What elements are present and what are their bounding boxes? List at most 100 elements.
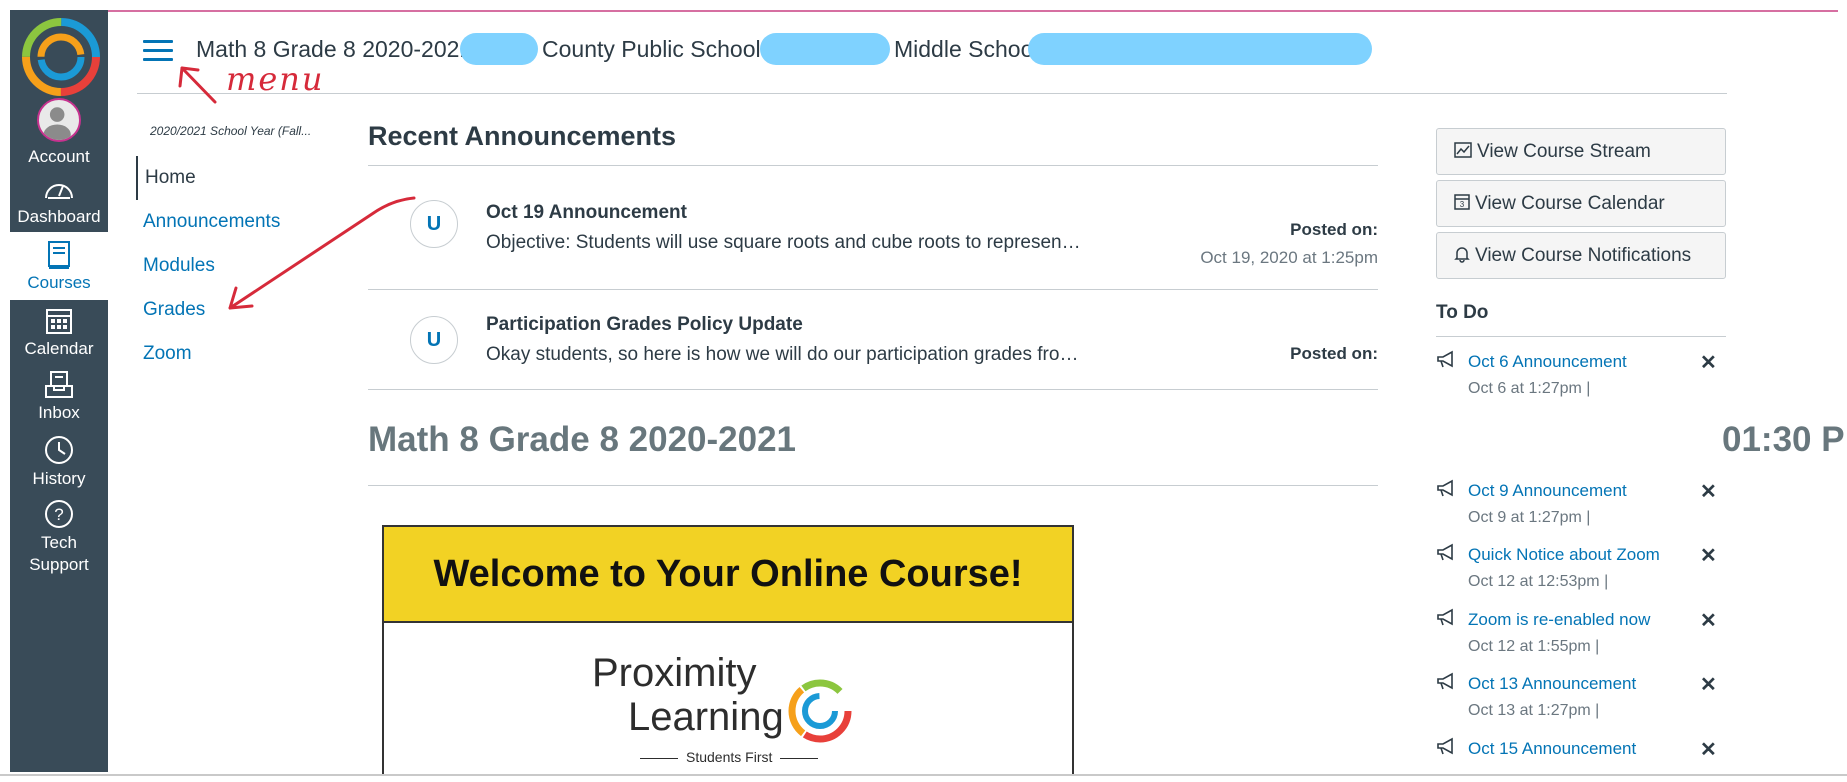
announcement-preview: Objective: Students will use square root… <box>486 232 1081 253</box>
svg-text:3: 3 <box>1460 200 1465 209</box>
view-course-calendar-button[interactable]: 3 View Course Calendar <box>1436 180 1726 227</box>
logo-tagline: Students First <box>632 749 826 765</box>
megaphone-icon <box>1437 608 1453 626</box>
divider <box>368 389 1378 390</box>
welcome-banner-heading: Welcome to Your Online Course! <box>384 527 1072 623</box>
annotation-menu-label: menu <box>226 60 325 98</box>
announcement-author-avatar: U <box>410 200 458 248</box>
calendar-icon: 3 <box>1454 194 1470 211</box>
todo-link[interactable]: Quick Notice about Zoom <box>1468 545 1660 565</box>
button-label: View Course Stream <box>1477 141 1651 162</box>
announcement-row[interactable]: U Oct 19 Announcement Objective: Student… <box>368 180 1378 280</box>
divider <box>368 165 1378 166</box>
courses-icon <box>48 241 70 269</box>
posted-on-label: Posted on: <box>1290 220 1378 239</box>
view-course-notifications-button[interactable]: View Course Notifications <box>1436 232 1726 279</box>
hamburger-menu-icon[interactable] <box>143 40 173 62</box>
announcement-row[interactable]: U Participation Grades Policy Update Oka… <box>368 300 1378 400</box>
inbox-icon <box>45 371 73 398</box>
todo-heading: To Do <box>1436 302 1489 323</box>
term-label: 2020/2021 School Year (Fall... <box>150 124 312 138</box>
megaphone-icon <box>1437 672 1453 690</box>
redaction <box>1028 33 1372 65</box>
breadcrumb-course[interactable]: Math 8 Grade 8 2020-2021 <box>196 36 472 63</box>
breadcrumb-county: County Public Schools- <box>542 36 780 62</box>
global-nav: Account Dashboard Courses Calendar Inbox… <box>10 10 108 772</box>
global-nav-account[interactable]: Account <box>10 98 108 168</box>
dismiss-icon[interactable]: ✕ <box>1700 350 1717 375</box>
global-nav-history[interactable]: History <box>10 434 108 490</box>
global-nav-calendar[interactable]: Calendar <box>10 306 108 360</box>
megaphone-icon <box>1437 479 1453 497</box>
todo-link[interactable]: Oct 9 Announcement <box>1468 481 1627 501</box>
todo-divider <box>1436 336 1726 337</box>
global-nav-label: Tech <box>41 533 77 552</box>
breadcrumb-school: Middle School <box>894 36 1039 62</box>
stream-icon <box>1454 142 1472 159</box>
view-course-stream-button[interactable]: View Course Stream <box>1436 128 1726 175</box>
course-nav-modules[interactable]: Modules <box>136 244 336 288</box>
course-title-heading: Math 8 Grade 8 2020-2021 <box>368 420 797 459</box>
todo-item: Oct 13 Announcement Oct 13 at 1:27pm | ✕ <box>1436 672 1726 736</box>
dashboard-icon <box>45 184 73 199</box>
dismiss-icon[interactable]: ✕ <box>1700 672 1717 697</box>
svg-text:?: ? <box>54 505 63 524</box>
annotation-arrow-up-icon <box>178 66 217 104</box>
recent-announcements-heading: Recent Announcements <box>368 121 677 151</box>
global-nav-tech-support[interactable]: ? Tech Support <box>10 498 108 576</box>
global-nav-label: Account <box>28 147 90 166</box>
divider <box>368 485 1378 486</box>
megaphone-icon <box>1437 737 1453 755</box>
global-nav-label: Courses <box>27 273 91 292</box>
megaphone-icon <box>1437 350 1453 368</box>
announcement-title[interactable]: Oct 19 Announcement <box>486 202 687 224</box>
dismiss-icon[interactable]: ✕ <box>1700 737 1717 762</box>
course-nav-announcements[interactable]: Announcements <box>136 200 336 244</box>
todo-item: Quick Notice about Zoom Oct 12 at 12:53p… <box>1436 543 1726 607</box>
dismiss-icon[interactable]: ✕ <box>1700 608 1717 633</box>
todo-item: Zoom is re-enabled now Oct 12 at 1:55pm … <box>1436 608 1726 672</box>
todo-link[interactable]: Oct 13 Announcement <box>1468 674 1636 694</box>
course-nav-grades[interactable]: Grades <box>136 288 336 332</box>
button-label: View Course Notifications <box>1475 245 1692 266</box>
todo-link[interactable]: Oct 6 Announcement <box>1468 352 1627 372</box>
todo-date: Oct 13 at 1:27pm | <box>1468 702 1600 719</box>
announcement-preview: Okay students, so here is how we will do… <box>486 344 1079 365</box>
course-nav-zoom[interactable]: Zoom <box>136 332 336 376</box>
todo-item: Oct 6 Announcement Oct 6 at 1:27pm | ✕ <box>1436 350 1726 414</box>
logo-word: Learning <box>628 695 784 739</box>
history-icon <box>45 436 73 464</box>
todo-link[interactable]: Zoom is re-enabled now <box>1468 610 1650 630</box>
canvas-logo[interactable] <box>20 16 102 98</box>
divider <box>368 289 1378 290</box>
global-nav-label: Calendar <box>24 339 94 358</box>
welcome-banner-image: Welcome to Your Online Course! Proximity… <box>382 525 1074 775</box>
top-border <box>108 10 1838 12</box>
account-avatar <box>37 98 81 142</box>
global-nav-label: History <box>32 469 86 488</box>
logo-word: Proximity <box>592 651 757 695</box>
global-nav-inbox[interactable]: Inbox <box>10 370 108 424</box>
announcement-author-avatar: U <box>410 316 458 364</box>
global-nav-label: Support <box>29 555 89 574</box>
course-nav-home[interactable]: Home <box>136 156 336 200</box>
global-nav-dashboard[interactable]: Dashboard <box>10 174 108 228</box>
dismiss-icon[interactable]: ✕ <box>1700 543 1717 568</box>
calendar-icon <box>46 309 72 334</box>
todo-item: Oct 9 Announcement Oct 9 at 1:27pm | ✕ <box>1436 479 1726 543</box>
bell-icon <box>1454 247 1470 264</box>
todo-date: Oct 12 at 12:53pm | <box>1468 573 1609 590</box>
global-nav-label: Dashboard <box>17 207 101 226</box>
todo-date: Oct 6 at 1:27pm | <box>1468 380 1591 397</box>
proximity-logo-icon <box>788 679 852 743</box>
todo-link[interactable]: Oct 15 Announcement <box>1468 739 1636 759</box>
global-nav-courses[interactable]: Courses <box>10 232 108 300</box>
course-nav: Home Announcements Modules Grades Zoom <box>136 156 336 376</box>
dismiss-icon[interactable]: ✕ <box>1700 479 1717 504</box>
help-icon: ? <box>45 500 73 528</box>
posted-on-label: Posted on: <box>1290 344 1378 363</box>
megaphone-icon <box>1437 543 1453 561</box>
button-label: View Course Calendar <box>1475 193 1665 214</box>
todo-date: Oct 12 at 1:55pm | <box>1468 638 1600 655</box>
announcement-title[interactable]: Participation Grades Policy Update <box>486 314 803 336</box>
